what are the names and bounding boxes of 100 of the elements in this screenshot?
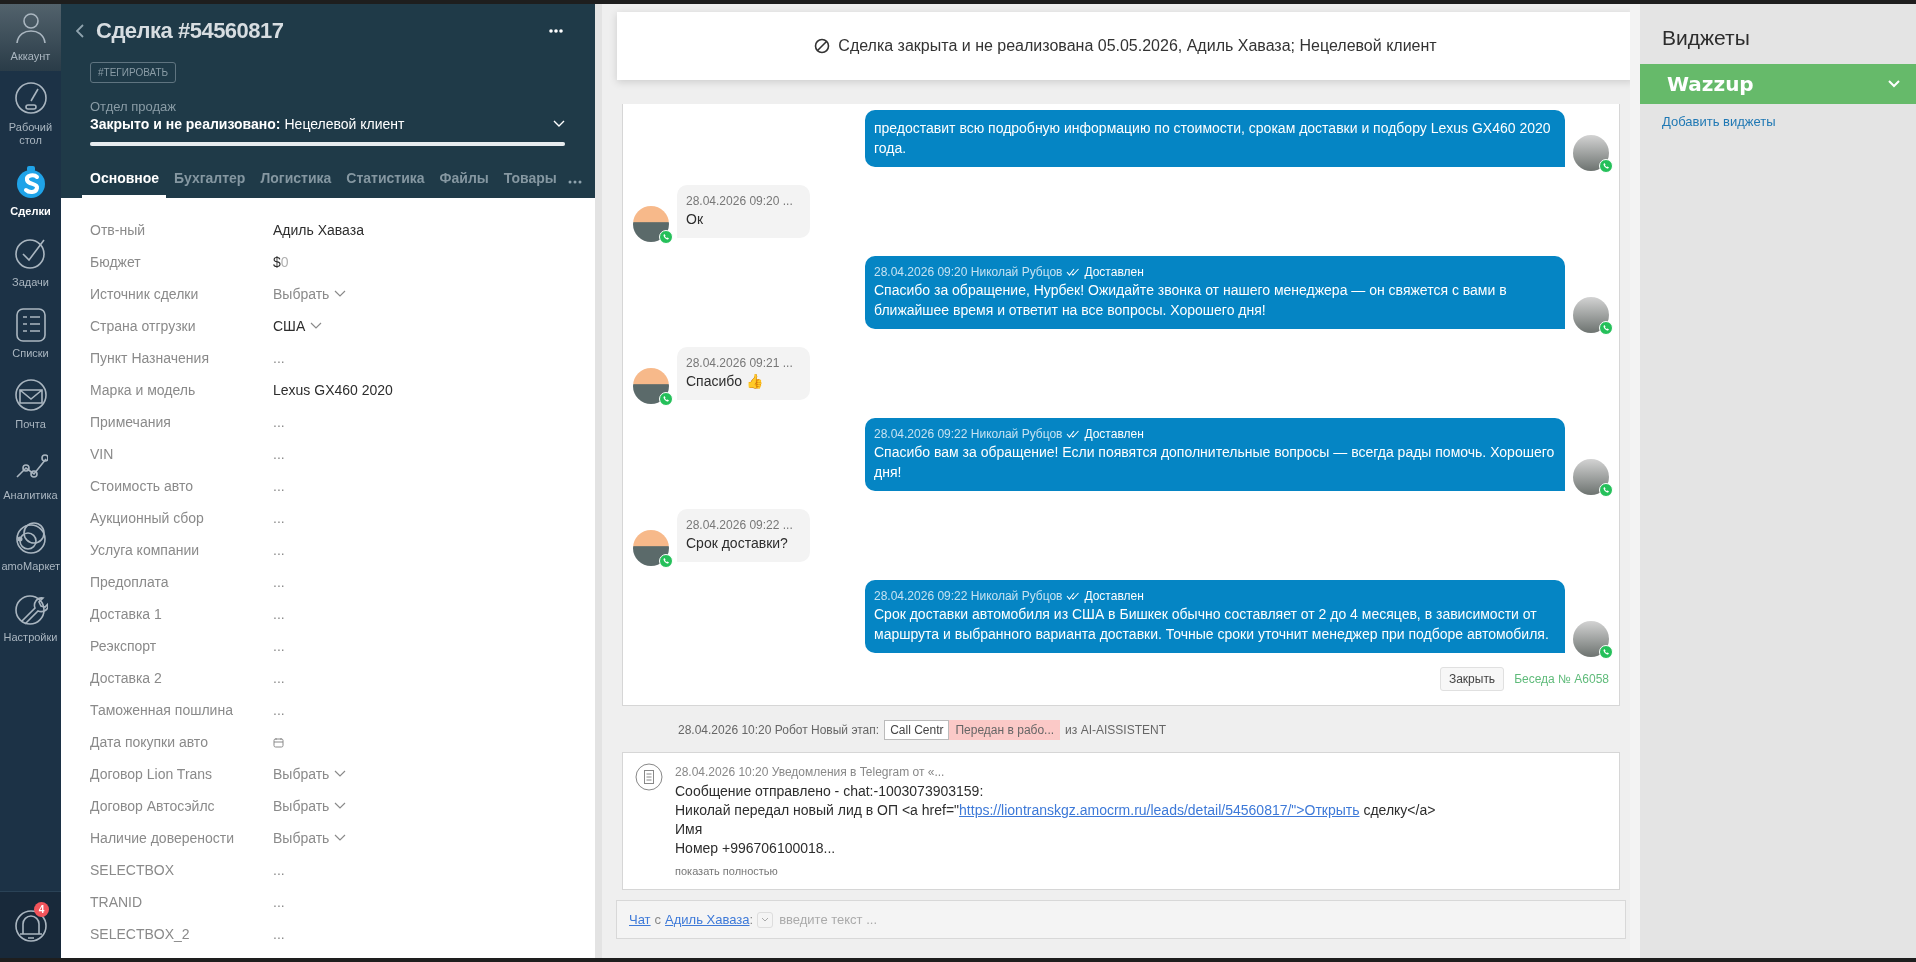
- composer-colon: :: [749, 912, 754, 927]
- select-dropdown[interactable]: США: [273, 318, 323, 334]
- nav-item[interactable]: Сделки: [0, 155, 61, 226]
- field-label: Стоимость авто: [90, 478, 194, 494]
- field-label: Примечания: [90, 414, 172, 430]
- message-meta: 28.04.2026 09:20 ...: [686, 193, 793, 209]
- contact-link[interactable]: Адиль Хаваза: [665, 912, 750, 927]
- chevron-down-icon: [1888, 80, 1900, 88]
- empty-field-value[interactable]: ...: [273, 510, 285, 526]
- empty-field-value[interactable]: ...: [273, 606, 285, 622]
- tab[interactable]: Основное: [82, 170, 167, 198]
- avatar-photo: [1573, 297, 1609, 333]
- checkmark-circle-icon: [13, 236, 48, 272]
- nav-item[interactable]: Рабочий стол: [0, 71, 61, 155]
- date-picker-button[interactable]: [273, 736, 284, 748]
- messenger-badge-icon: [659, 554, 673, 568]
- messenger-badge-icon: [659, 230, 673, 244]
- message-input[interactable]: Чат с Адиль Хаваза: введите текст ...: [616, 900, 1626, 939]
- field-value[interactable]: Адиль Хаваза: [273, 222, 364, 238]
- double-check-icon: [1066, 268, 1081, 276]
- notifications-button[interactable]: 4: [0, 891, 61, 958]
- prohibited-icon: [814, 38, 831, 54]
- avatar-photo: [633, 206, 669, 242]
- empty-field-value[interactable]: ...: [273, 542, 285, 558]
- empty-field-value[interactable]: ...: [273, 926, 285, 942]
- field-label: VIN: [90, 446, 115, 462]
- field-label: SELECTBOX: [90, 862, 176, 878]
- show-full-link[interactable]: показать полностью: [675, 862, 1436, 881]
- nav-item[interactable]: Списки: [0, 297, 61, 368]
- field-label: Таможенная пошлина: [90, 702, 234, 718]
- nav-item[interactable]: Почта: [0, 368, 61, 439]
- status-dropdown[interactable]: Закрыто и не реализовано: Нецелевой клиент: [90, 114, 565, 132]
- field-label: Договор Автосэйлс: [90, 798, 216, 814]
- conversation-link[interactable]: Беседа № A6058: [1514, 672, 1609, 686]
- calendar-icon: [273, 736, 284, 748]
- nav-item[interactable]: Аккаунт: [0, 4, 61, 71]
- empty-field-value[interactable]: ...: [273, 638, 285, 654]
- note-text: Сообщение отправлено - chat:-1003073903159:: [675, 782, 985, 801]
- select-dropdown[interactable]: Выбрать: [273, 798, 347, 814]
- field-value[interactable]: Lexus GX460 2020: [273, 382, 393, 398]
- circles-icon: [13, 520, 48, 556]
- chat-link[interactable]: Чат: [629, 912, 651, 927]
- message-meta: 28.04.2026 09:20 Николай Рубцов: [874, 264, 1063, 280]
- budget-field[interactable]: $0: [273, 254, 289, 270]
- field-label: Страна отгрузки: [90, 318, 197, 334]
- tag-button[interactable]: #ТЕГИРОВАТЬ: [90, 62, 177, 83]
- tab[interactable]: Бухгалтер: [166, 170, 253, 198]
- empty-field-value[interactable]: ...: [273, 670, 285, 686]
- empty-field-value[interactable]: ...: [273, 574, 285, 590]
- empty-field-value[interactable]: ...: [273, 350, 285, 366]
- message-meta: 28.04.2026 09:22 Николай Рубцов: [874, 588, 1063, 604]
- empty-field-value[interactable]: ...: [273, 446, 285, 462]
- tab[interactable]: Товары: [495, 170, 564, 198]
- field-label: Наличие доверености: [90, 830, 236, 846]
- messenger-badge-icon: [1599, 321, 1613, 335]
- field-label: Предоплата: [90, 574, 170, 590]
- widget-header[interactable]: Wazzup: [1640, 64, 1916, 104]
- nav-item[interactable]: Настройки: [0, 581, 61, 652]
- add-widgets-link[interactable]: Добавить виджеты: [1662, 114, 1916, 129]
- close-conversation-button[interactable]: Закрыть: [1439, 667, 1505, 691]
- chevron-left-icon: [76, 24, 84, 38]
- nav-item[interactable]: Аналитика: [0, 439, 61, 510]
- deal-link[interactable]: https://liontranskgz.amocrm.ru/leads/detail/54560817/">Открыть: [959, 802, 1360, 818]
- delivery-status: Доставлен: [1084, 426, 1144, 442]
- widgets-title: Виджеты: [1662, 26, 1751, 50]
- message-meta: 28.04.2026 09:22 ...: [686, 517, 793, 533]
- chevron-down-icon: [334, 834, 347, 842]
- avatar-photo: [1573, 135, 1609, 171]
- field-label: Доставка 2: [90, 670, 163, 686]
- note-meta: 28.04.2026 10:20 Уведомления в Telegram от «...: [675, 764, 946, 781]
- chevron-down-icon: [310, 322, 323, 330]
- empty-field-value[interactable]: ...: [273, 414, 285, 430]
- field-label: Реэкспорт: [90, 638, 158, 654]
- delivery-status: Доставлен: [1084, 588, 1144, 604]
- empty-field-value[interactable]: ...: [273, 702, 285, 718]
- empty-field-value[interactable]: ...: [273, 894, 285, 910]
- double-check-icon: [1066, 592, 1081, 600]
- field-label: Доставка 1: [90, 606, 163, 622]
- more-menu-button[interactable]: [547, 27, 565, 35]
- nav-item[interactable]: Задачи: [0, 226, 61, 297]
- field-label: Отв-ный: [90, 222, 146, 238]
- note-text: Номер +996706100018...: [675, 839, 837, 858]
- field-label: Бюджет: [90, 254, 142, 270]
- empty-field-value[interactable]: ...: [273, 862, 285, 878]
- tab[interactable]: Статистика: [338, 170, 432, 198]
- chevron-down-icon: [334, 770, 347, 778]
- empty-field-value[interactable]: ...: [273, 478, 285, 494]
- message-text: Ок: [686, 210, 704, 229]
- messenger-badge-icon: [1599, 483, 1613, 497]
- field-label: Договор Lion Trans: [90, 766, 214, 782]
- field-label: Дата покупки авто: [90, 734, 209, 750]
- select-dropdown[interactable]: Выбрать: [273, 286, 347, 302]
- tab[interactable]: Логистика: [252, 170, 339, 198]
- gauge-icon: [13, 81, 48, 117]
- select-dropdown[interactable]: Выбрать: [273, 766, 347, 782]
- back-button[interactable]: [74, 22, 86, 40]
- pipeline-name: Отдел продаж: [90, 99, 177, 114]
- tab[interactable]: Файлы: [431, 170, 496, 198]
- select-dropdown[interactable]: Выбрать: [273, 830, 347, 846]
- nav-item[interactable]: amoМаркет: [0, 510, 61, 581]
